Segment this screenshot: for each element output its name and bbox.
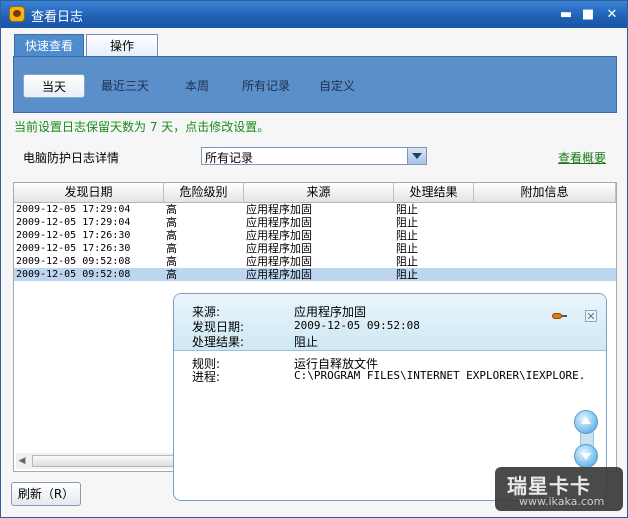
popup-close-icon[interactable]: ✕ (585, 310, 597, 322)
log-viewer-window: 查看日志 ▬ ■ ✕ 快速查看 操作 当天 最近三天 本周 所有记录 自定义 当… (0, 0, 628, 518)
cell-source: 应用程序加固 (246, 229, 312, 242)
close-button[interactable]: ✕ (603, 6, 621, 23)
pin-icon[interactable] (552, 312, 567, 320)
cell-result: 阻止 (396, 242, 418, 255)
column-header-result[interactable]: 处理结果 (394, 183, 474, 202)
table-header: 发现日期 危险级别 来源 处理结果 附加信息 (14, 183, 616, 203)
cell-result: 阻止 (396, 203, 418, 216)
table-row[interactable]: 2009-12-05 17:29:04 高 应用程序加固 阻止 (14, 203, 616, 216)
cell-result: 阻止 (396, 229, 418, 242)
cell-level: 高 (166, 242, 177, 255)
cell-extra (476, 255, 614, 268)
cell-level: 高 (166, 216, 177, 229)
scroll-down-icon[interactable] (574, 444, 598, 468)
cell-date: 2009-12-05 09:52:08 (16, 269, 131, 280)
cell-extra (476, 268, 614, 281)
view-overview-link[interactable]: 查看概要 (558, 149, 606, 166)
table-row[interactable]: 2009-12-05 09:52:08 高 应用程序加固 阻止 (14, 255, 616, 268)
cell-extra (476, 203, 614, 216)
column-header-source[interactable]: 来源 (244, 183, 394, 202)
time-filter-panel: 当天 最近三天 本周 所有记录 自定义 (13, 56, 617, 113)
cell-date: 2009-12-05 17:29:04 (16, 217, 131, 228)
rising-watermark: 瑞星卡卡 www.ikaka.com (495, 467, 623, 511)
cell-result: 阻止 (396, 255, 418, 268)
cell-source: 应用程序加固 (246, 242, 312, 255)
cell-date: 2009-12-05 17:26:30 (16, 230, 131, 241)
retention-settings-link[interactable]: 当前设置日志保留天数为 7 天，点击修改设置。 (14, 118, 269, 135)
cell-level: 高 (166, 268, 177, 281)
cell-source: 应用程序加固 (246, 203, 312, 216)
cell-level: 高 (166, 203, 177, 216)
table-row[interactable]: 2009-12-05 17:26:30 高 应用程序加固 阻止 (14, 242, 616, 255)
cell-source: 应用程序加固 (246, 268, 312, 281)
refresh-button[interactable]: 刷新（R） (11, 482, 81, 506)
popup-result-value: 阻止 (294, 335, 319, 349)
cell-source: 应用程序加固 (246, 216, 312, 229)
table-row[interactable]: 2009-12-05 17:29:04 高 应用程序加固 阻止 (14, 216, 616, 229)
cell-level: 高 (166, 255, 177, 268)
cell-extra (476, 229, 614, 242)
popup-date-value: 2009-12-05 09:52:08 (294, 319, 420, 332)
minimize-button[interactable]: ▬ (557, 6, 575, 23)
filter-this-week[interactable]: 本周 (176, 74, 218, 98)
cell-result: 阻止 (396, 216, 418, 229)
table-row-selected[interactable]: 2009-12-05 09:52:08 高 应用程序加固 阻止 (14, 268, 616, 281)
title-bar: 查看日志 ▬ ■ ✕ (1, 1, 627, 28)
popup-process-key: 进程: (192, 370, 221, 384)
watermark-url: www.ikaka.com (519, 495, 605, 508)
popup-source-value: 应用程序加固 (294, 305, 367, 319)
popup-result-key: 处理结果: (192, 335, 245, 349)
cell-source: 应用程序加固 (246, 255, 312, 268)
maximize-button[interactable]: ■ (579, 6, 597, 23)
scrollbar-thumb[interactable] (32, 455, 178, 467)
tab-quick-view[interactable]: 快速查看 (14, 34, 84, 57)
column-header-level[interactable]: 危险级别 (164, 183, 244, 202)
cell-extra (476, 216, 614, 229)
window-title: 查看日志 (31, 10, 84, 25)
filter-all-records[interactable]: 所有记录 (236, 74, 296, 98)
log-type-select[interactable]: 所有记录 (201, 147, 427, 165)
filter-today-button[interactable]: 当天 (23, 74, 85, 98)
log-type-select-value: 所有记录 (205, 151, 254, 165)
column-header-extra[interactable]: 附加信息 (474, 183, 616, 202)
cell-result: 阻止 (396, 268, 418, 281)
cell-date: 2009-12-05 09:52:08 (16, 256, 131, 267)
cell-level: 高 (166, 229, 177, 242)
horizontal-scrollbar[interactable]: ◀ (16, 453, 180, 469)
rising-lion-icon (9, 6, 25, 22)
table-row[interactable]: 2009-12-05 17:26:30 高 应用程序加固 阻止 (14, 229, 616, 242)
popup-process-value: C:\PROGRAM FILES\INTERNET EXPLORER\IEXPL… (294, 369, 586, 382)
filter-custom[interactable]: 自定义 (312, 74, 362, 98)
popup-summary: 来源: 应用程序加固 发现日期: 2009-12-05 09:52:08 处理结… (174, 294, 606, 351)
tab-operations[interactable]: 操作 (86, 34, 158, 56)
cell-date: 2009-12-05 17:29:04 (16, 204, 131, 215)
scroll-up-icon[interactable] (574, 410, 598, 434)
cell-extra (476, 242, 614, 255)
column-header-date[interactable]: 发现日期 (14, 183, 164, 202)
log-detail-label: 电脑防护日志详情 (23, 151, 120, 165)
filter-last-three-days[interactable]: 最近三天 (98, 74, 152, 98)
cell-date: 2009-12-05 17:26:30 (16, 243, 131, 254)
scroll-left-icon[interactable]: ◀ (16, 455, 28, 467)
chevron-down-icon[interactable] (407, 148, 426, 164)
